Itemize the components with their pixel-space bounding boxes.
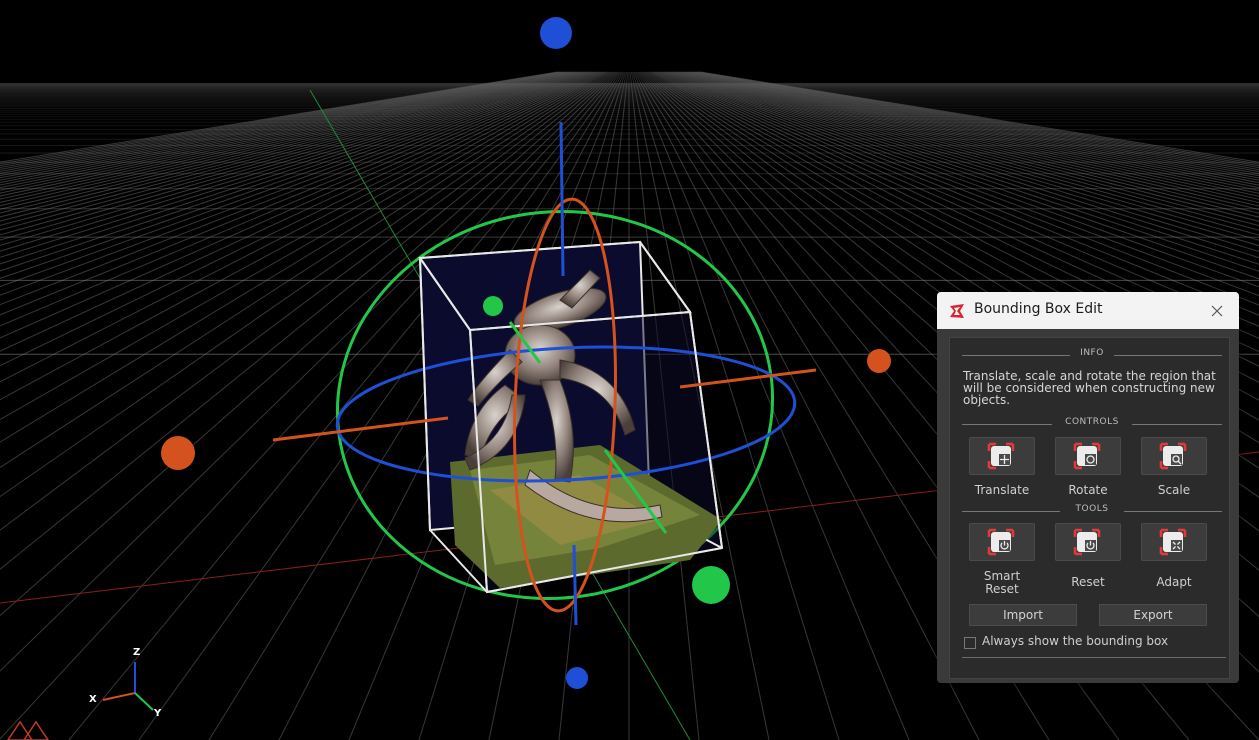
rotate-label: Rotate (1068, 483, 1108, 497)
gizmo-y-label: Y (154, 708, 162, 719)
reset-button[interactable]: Reset (1055, 523, 1121, 589)
smart-reset-button[interactable]: Smart Reset (969, 523, 1035, 596)
rotate-button[interactable]: Rotate (1055, 437, 1121, 497)
smart-reset-label: Smart Reset (983, 569, 1021, 596)
z-scale-handle-bottom (566, 667, 588, 689)
translate-label: Translate (974, 483, 1030, 497)
adapt-button[interactable]: Adapt (1141, 523, 1207, 589)
reset-icon (1073, 528, 1101, 556)
info-description: Translate, scale and rotate the region t… (963, 369, 1216, 407)
z-axis-handle-top (559, 121, 565, 277)
dialog-titlebar[interactable]: Bounding Box Edit (937, 292, 1239, 329)
translate-icon (987, 442, 1015, 470)
z-scale-handle-top (540, 17, 572, 49)
app-logo-icon (950, 304, 964, 318)
always-show-label: Always show the bounding box (982, 634, 1169, 648)
always-show-checkbox[interactable] (964, 637, 976, 649)
gizmo-z-label: Z (133, 647, 141, 658)
info-section-header: INFO (962, 348, 1222, 362)
z-axis-handle-bottom (572, 544, 578, 626)
close-button[interactable] (1195, 292, 1239, 329)
close-icon (1211, 305, 1223, 316)
adapt-icon (1159, 528, 1187, 556)
divider (962, 657, 1226, 658)
gizmo-x-label: X (89, 694, 97, 705)
y-scale-handle-front (692, 566, 730, 604)
scale-button[interactable]: Scale (1141, 437, 1207, 497)
tools-section-header: TOOLS (962, 504, 1222, 518)
dialog-content: INFO Translate, scale and rotate the reg… (949, 337, 1230, 679)
x-scale-handle-left (161, 436, 195, 470)
export-button[interactable]: Export (1099, 604, 1207, 626)
dialog-title: Bounding Box Edit (974, 301, 1103, 317)
import-button[interactable]: Import (969, 604, 1077, 626)
scale-icon (1159, 442, 1187, 470)
scale-label: Scale (1157, 483, 1191, 497)
translate-button[interactable]: Translate (969, 437, 1035, 497)
rotate-icon (1073, 442, 1101, 470)
adapt-label: Adapt (1156, 575, 1192, 589)
x-scale-handle-right (867, 349, 891, 373)
y-scale-handle-back (483, 296, 503, 316)
reset-label: Reset (1071, 575, 1105, 589)
bounding-box-edit-dialog: Bounding Box Edit INFO Translate, scale … (937, 292, 1239, 683)
smart-reset-icon (987, 528, 1015, 556)
controls-section-header: CONTROLS (962, 417, 1222, 431)
